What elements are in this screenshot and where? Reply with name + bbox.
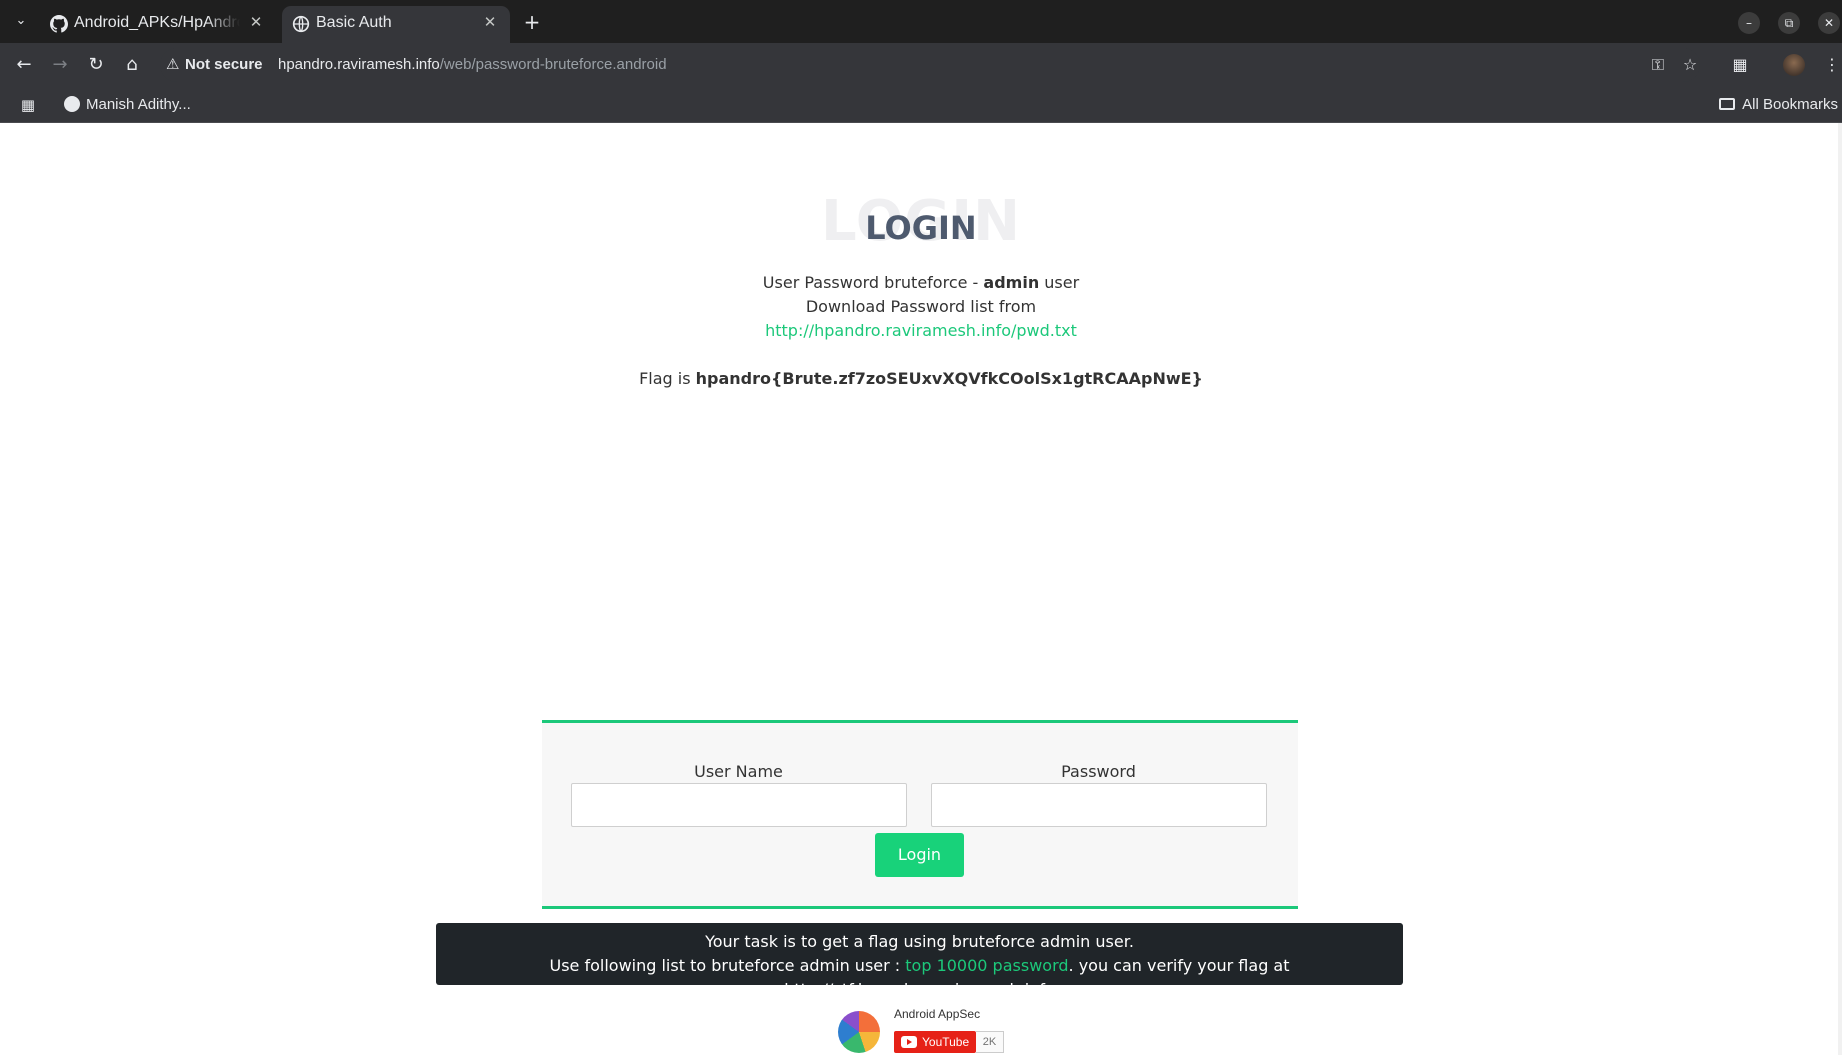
minimize-icon[interactable]: –: [1738, 12, 1760, 34]
youtube-subscribe-button[interactable]: YouTube: [894, 1031, 976, 1053]
url-text[interactable]: hpandro.raviramesh.info/web/password-bru…: [278, 54, 667, 76]
desc-admin: admin: [983, 273, 1040, 292]
globe-icon: [292, 15, 310, 33]
task-info-box: Your task is to get a flag using brutefo…: [436, 923, 1403, 999]
restore-icon[interactable]: ⧉: [1778, 12, 1800, 34]
username-input[interactable]: [571, 783, 907, 827]
login-heading: LOGIN: [865, 209, 977, 247]
download-text: Download Password list from: [805, 297, 1037, 316]
subscriber-count: 2K: [976, 1031, 1004, 1053]
password-input[interactable]: [931, 783, 1267, 827]
task-line-1: Your task is to get a flag using brutefo…: [705, 932, 1134, 951]
apps-grid-icon[interactable]: ▦: [18, 95, 38, 115]
tab-android-apks[interactable]: Android_APKs/HpAndro ✕: [40, 6, 276, 43]
back-icon[interactable]: ←: [10, 51, 38, 79]
page-scrollbar[interactable]: [1838, 123, 1842, 1055]
close-window-icon[interactable]: ✕: [1818, 12, 1840, 34]
warning-icon: ⚠: [166, 56, 180, 73]
task-line-2: Use following list to bruteforce admin u…: [436, 954, 1403, 1002]
channel-logo[interactable]: [838, 1011, 880, 1053]
address-bar[interactable]: ⚠ Not secure hpandro.raviramesh.info/web/…: [160, 48, 1700, 82]
tab-search-chevron-icon[interactable]: ⌄: [10, 10, 32, 32]
flag-value: hpandro{Brute.zf7zoSEUxvXQVfkCOolSx1gtRC…: [695, 369, 1203, 388]
desc-suffix: user: [1039, 273, 1080, 292]
tab-strip: ⌄ Android_APKs/HpAndro ✕ Basic Auth ✕ + …: [0, 0, 1842, 43]
new-tab-button[interactable]: +: [520, 11, 544, 35]
browser-chrome: ⌄ Android_APKs/HpAndro ✕ Basic Auth ✕ + …: [0, 0, 1842, 123]
url-host: hpandro.raviramesh.info: [278, 56, 440, 73]
toolbar: ← → ↻ ⌂ ⚠ Not secure hpandro.raviramesh.i…: [0, 43, 1842, 87]
all-bookmarks-label: All Bookmarks: [1742, 96, 1838, 113]
download-link-row: http://hpandro.raviramesh.info/pwd.txt: [0, 319, 1842, 343]
home-icon[interactable]: ⌂: [118, 51, 146, 79]
flag-text: Flag is hpandro{Brute.zf7zoSEUxvXQVfkCOo…: [0, 367, 1842, 391]
tab-close-icon[interactable]: ✕: [246, 13, 266, 33]
login-button[interactable]: Login: [875, 833, 964, 877]
url-path: /web/password-bruteforce.android: [439, 56, 667, 73]
password-label: Password: [1061, 762, 1136, 781]
github-icon: [50, 15, 68, 33]
youtube-label: YouTube: [922, 1035, 970, 1049]
desc-prefix: User Password bruteforce -: [762, 273, 984, 292]
reload-icon[interactable]: ↻: [82, 51, 110, 79]
profile-avatar[interactable]: [1783, 54, 1805, 76]
login-form: User Name Password Login: [542, 720, 1298, 909]
top-passwords-link[interactable]: top 10000 password: [905, 956, 1068, 975]
task-line-2-prefix: Use following list to bruteforce admin u…: [549, 956, 906, 975]
folder-icon: [1719, 98, 1736, 110]
all-bookmarks-button[interactable]: All Bookmarks: [1719, 94, 1838, 116]
bookmark-label: Manish Adithy...: [86, 96, 191, 113]
page-content: LOGIN LOGIN User Password bruteforce - a…: [0, 123, 1842, 1055]
bruteforce-description: User Password bruteforce - admin user: [0, 271, 1842, 295]
tab-close-icon[interactable]: ✕: [480, 13, 500, 33]
tab-title: Basic Auth: [316, 14, 392, 31]
bookmark-item[interactable]: Manish Adithy...: [64, 94, 191, 116]
bookmark-star-icon[interactable]: ☆: [1676, 51, 1704, 79]
password-key-icon[interactable]: ⚿: [1644, 51, 1672, 79]
tab-basic-auth[interactable]: Basic Auth ✕: [282, 6, 510, 43]
channel-name[interactable]: Android AppSec: [894, 1007, 980, 1021]
bookmarks-bar: ▦ Manish Adithy... All Bookmarks: [0, 87, 1842, 123]
extensions-puzzle-icon[interactable]: ▦: [1726, 51, 1754, 79]
bookmark-favicon-icon: [64, 96, 80, 112]
password-list-link[interactable]: http://hpandro.raviramesh.info/pwd.txt: [765, 321, 1077, 340]
tab-title: Android_APKs/HpAndro: [74, 14, 240, 31]
security-label: Not secure: [185, 56, 263, 73]
youtube-icon: [901, 1036, 917, 1048]
menu-kebab-icon[interactable]: ⋮: [1818, 51, 1842, 79]
security-indicator[interactable]: ⚠ Not secure: [166, 54, 263, 76]
username-label: User Name: [694, 762, 783, 781]
flag-prefix: Flag is: [639, 369, 696, 388]
forward-icon[interactable]: →: [46, 51, 74, 79]
